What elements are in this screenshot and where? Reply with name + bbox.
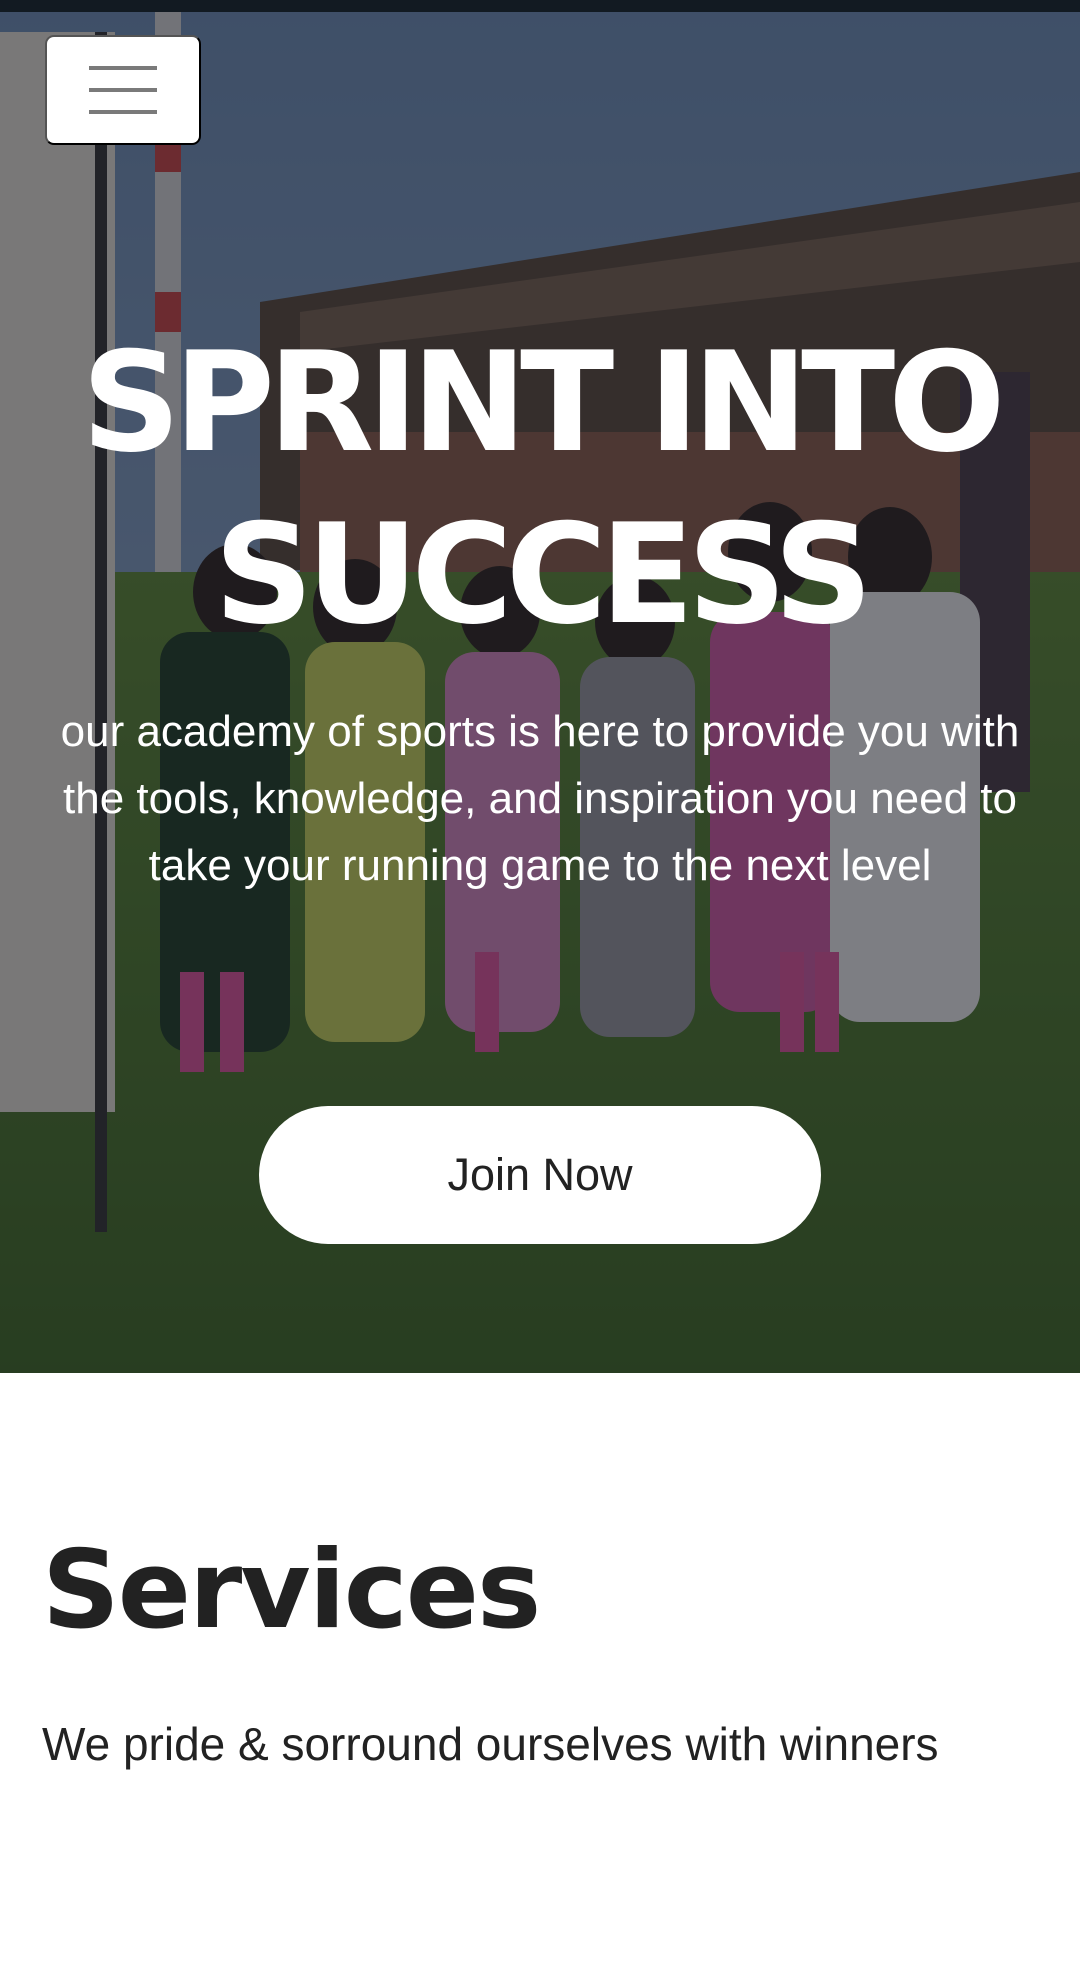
services-tagline: We pride & sorround ourselves with winne… [42,1718,939,1770]
hero-title-line-2: SUCCESS [214,494,873,655]
join-now-button[interactable]: Join Now [259,1106,821,1244]
hero-title-line-1: SPRINT INTO [81,322,1005,483]
services-heading: Services [42,1528,541,1653]
services-section: Services We pride & sorround ourselves w… [0,1373,1080,1965]
hero-subtitle: our academy of sports is here to provide… [60,707,1020,890]
hamburger-menu-icon [89,66,157,114]
hero-title: SPRINT INTO SUCCESS [40,317,1040,661]
hamburger-menu-button[interactable] [45,35,201,145]
hero-section: SPRINT INTO SUCCESS our academy of sport… [0,12,1080,1373]
top-status-strip [0,0,1080,12]
